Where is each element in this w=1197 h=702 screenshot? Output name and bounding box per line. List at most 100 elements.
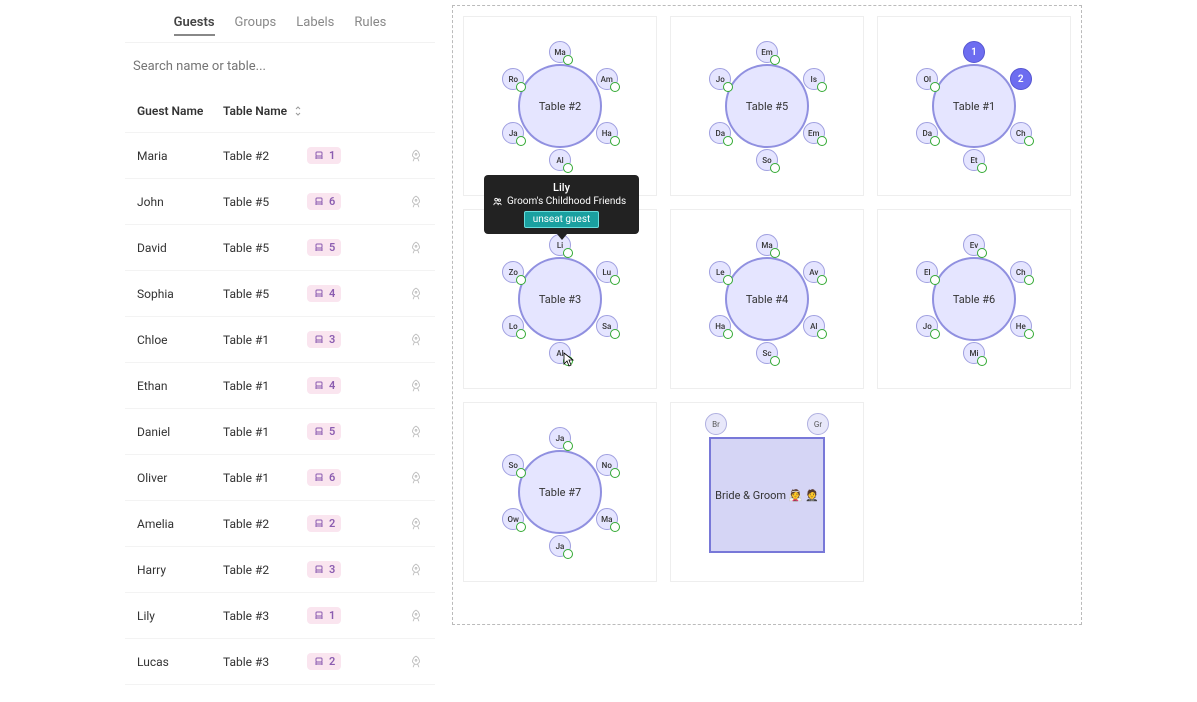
rocket-icon[interactable] [409,563,423,577]
tab-guests[interactable]: Guests [174,11,215,36]
guest-row[interactable]: EthanTable #14 [125,363,435,409]
col-header-name: Guest Name [137,104,223,118]
guest-row[interactable]: AmeliaTable #22 [125,501,435,547]
rocket-icon[interactable] [409,425,423,439]
guest-row[interactable]: LucasTable #32 [125,639,435,685]
rocket-icon[interactable] [409,471,423,485]
tab-rules[interactable]: Rules [354,11,386,36]
rocket-icon[interactable] [409,287,423,301]
table-shape[interactable]: Table #7 [518,450,602,534]
chair-icon [313,656,325,668]
table-cell[interactable]: Table #7Ja No Ma Ja Ow So [463,402,657,582]
seat[interactable]: So [502,454,524,476]
rocket-icon[interactable] [409,609,423,623]
seat[interactable]: Lu [596,261,618,283]
seat[interactable]: Ro [502,68,524,90]
seat[interactable]: Sa [596,315,618,337]
rocket-icon[interactable] [409,517,423,531]
guest-row[interactable]: MariaTable #21 [125,133,435,179]
seat[interactable]: No [596,454,618,476]
seat[interactable]: Ha [709,315,731,337]
seat[interactable]: Ol [916,68,938,90]
table-shape[interactable]: Table #1 [932,64,1016,148]
seat[interactable]: 1 [963,41,985,63]
seat[interactable]: Is [803,68,825,90]
seat[interactable]: Al [803,315,825,337]
seat[interactable]: Ja [549,535,571,557]
table-cell[interactable]: Br GrBride & Groom 👰 🤵 [670,402,864,582]
seat[interactable]: Et [963,149,985,171]
seat[interactable]: So [756,149,778,171]
guest-seat: 3 [307,561,347,578]
seat[interactable]: Lo [502,315,524,337]
seat[interactable]: Em [803,122,825,144]
guest-row[interactable]: JohnTable #56 [125,179,435,225]
seat[interactable]: Al [549,149,571,171]
rocket-icon[interactable] [409,241,423,255]
seat[interactable]: Ja [549,427,571,449]
seat[interactable]: Zo [502,261,524,283]
sort-icon [293,106,303,116]
seat[interactable]: Em [756,41,778,63]
guest-row[interactable]: DanielTable #15 [125,409,435,455]
seat[interactable]: Da [709,122,731,144]
unseat-button[interactable]: unseat guest [524,211,600,228]
seat[interactable]: Da [916,122,938,144]
table-shape[interactable]: Bride & Groom 👰 🤵 [709,437,825,553]
guest-row[interactable]: ChloeTable #13 [125,317,435,363]
search-input[interactable] [133,55,427,78]
seat[interactable]: Ja [502,122,524,144]
seat[interactable]: Sc [756,342,778,364]
seat[interactable]: Ma [596,508,618,530]
rocket-icon[interactable] [409,379,423,393]
guest-row[interactable]: LilyTable #31 [125,593,435,639]
seat[interactable]: Jo [709,68,731,90]
seat[interactable]: El [916,261,938,283]
seat[interactable]: Ow [502,508,524,530]
seat[interactable]: Ch [1010,122,1032,144]
rocket-icon[interactable] [409,195,423,209]
chair-icon [313,242,325,254]
table-cell[interactable]: Table #2Ma Am Ha Al Ja Ro [463,16,657,196]
seat[interactable]: Jo [916,315,938,337]
table-cell[interactable]: Table #5Em Is Em So Da Jo [670,16,864,196]
guest-name: Daniel [137,425,223,439]
seat[interactable]: He [1010,315,1032,337]
chair-icon [313,380,325,392]
seating-canvas[interactable]: Table #2MaAmHaAlJaRoTable #5EmIsEmSoDaJo… [452,5,1082,625]
guest-seat: 1 [307,147,347,164]
rocket-icon[interactable] [409,333,423,347]
table-cell[interactable]: Table #11 2 Ch Et Da Ol [877,16,1071,196]
guest-list[interactable]: MariaTable #21JohnTable #56DavidTable #5… [125,133,435,685]
table-shape[interactable]: Table #5 [725,64,809,148]
seat[interactable]: Ev [963,234,985,256]
rocket-icon[interactable] [409,149,423,163]
table-cell[interactable]: Table #4Ma Av Al Sc Ha Le [670,209,864,389]
seat[interactable]: Al [549,342,571,364]
col-header-table[interactable]: Table Name [223,104,307,118]
seat[interactable]: Le [709,261,731,283]
tab-labels[interactable]: Labels [296,11,334,36]
guest-row[interactable]: SophiaTable #54 [125,271,435,317]
table-shape[interactable]: Table #6 [932,257,1016,341]
tab-groups[interactable]: Groups [235,11,277,36]
seat[interactable]: Br [705,413,727,435]
seat[interactable]: 2 [1010,68,1032,90]
seat[interactable]: Ha [596,122,618,144]
seat[interactable]: Mi [963,342,985,364]
table-cell[interactable]: Table #6Ev Ch He Mi Jo El [877,209,1071,389]
guest-seat: 2 [307,653,347,670]
table-shape[interactable]: Table #2 [518,64,602,148]
seat[interactable]: Ch [1010,261,1032,283]
guest-row[interactable]: OliverTable #16 [125,455,435,501]
guest-row[interactable]: HarryTable #23 [125,547,435,593]
table-shape[interactable]: Table #4 [725,257,809,341]
seat[interactable]: Ma [549,41,571,63]
rocket-icon[interactable] [409,655,423,669]
seat[interactable]: Am [596,68,618,90]
seat[interactable]: Ma [756,234,778,256]
seat[interactable]: Gr [807,413,829,435]
seat[interactable]: Av [803,261,825,283]
guest-row[interactable]: DavidTable #55 [125,225,435,271]
table-shape[interactable]: Table #3 [518,257,602,341]
